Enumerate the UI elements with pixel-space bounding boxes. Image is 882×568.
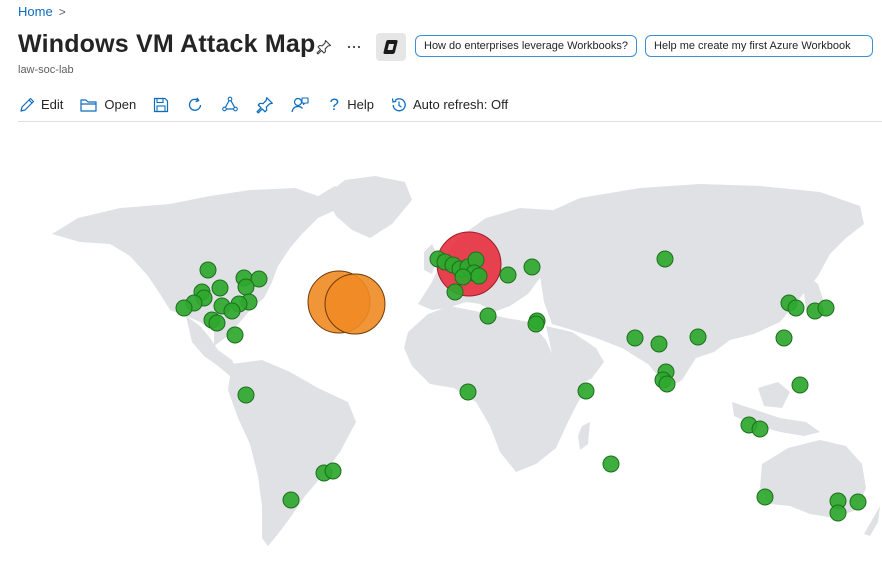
attack-marker-green[interactable] (237, 386, 255, 404)
attack-marker-green[interactable] (199, 261, 217, 279)
refresh-button[interactable] (186, 96, 204, 114)
attack-marker-green[interactable] (446, 283, 464, 301)
history-icon (391, 97, 406, 111)
auto-refresh-button[interactable]: Auto refresh: Off (390, 96, 508, 114)
edit-button[interactable]: Edit (18, 96, 63, 114)
page-subtitle: law-soc-lab (18, 64, 74, 76)
landmass-borneo (758, 382, 790, 408)
attack-marker-green[interactable] (791, 376, 809, 394)
attack-marker-green[interactable] (470, 267, 488, 285)
pin-icon (256, 96, 274, 113)
page-title: Windows VM Attack Map (18, 30, 316, 58)
prompt-chip-2[interactable]: Help me create my first Azure Workbook (645, 35, 874, 57)
attack-marker-green[interactable] (775, 329, 793, 347)
attack-marker-orange[interactable] (324, 273, 386, 335)
attack-marker-green[interactable] (527, 315, 545, 333)
attack-marker-green[interactable] (751, 420, 769, 438)
landmass-greenland (325, 176, 412, 238)
feedback-icon (291, 96, 309, 112)
attack-marker-green[interactable] (689, 328, 707, 346)
share-icon (222, 96, 239, 111)
open-button[interactable]: Open (79, 96, 136, 114)
prompt-suggestions: How do enterprises leverage Workbooks? H… (415, 35, 874, 57)
attack-marker-green[interactable] (479, 307, 497, 325)
command-bar: Edit Open ? Help Auto refresh: Off (18, 92, 882, 122)
refresh-icon (189, 96, 202, 111)
attack-marker-green[interactable] (282, 491, 300, 509)
title-actions (316, 33, 406, 61)
breadcrumb: Home > (18, 4, 66, 19)
attack-marker-green[interactable] (656, 250, 674, 268)
landmass-madagascar (578, 422, 590, 450)
attack-marker-green[interactable] (650, 335, 668, 353)
attack-marker-green[interactable] (626, 329, 644, 347)
attack-marker-green[interactable] (459, 383, 477, 401)
attack-marker-green[interactable] (324, 462, 342, 480)
chevron-right-icon: > (58, 4, 66, 19)
save-icon (154, 97, 169, 112)
pin-icon[interactable] (316, 39, 332, 55)
attack-marker-green[interactable] (817, 299, 835, 317)
help-icon: ? (329, 94, 339, 114)
attack-marker-green[interactable] (658, 375, 676, 393)
attack-map[interactable] (0, 126, 882, 568)
attack-marker-green[interactable] (849, 493, 867, 511)
world-land (52, 176, 880, 546)
attack-marker-green[interactable] (211, 279, 229, 297)
attack-marker-green[interactable] (499, 266, 517, 284)
more-icon[interactable] (346, 39, 362, 55)
landmass-new-zealand (864, 506, 880, 536)
feedback-button[interactable] (290, 96, 310, 114)
help-button[interactable]: ? Help (326, 94, 374, 115)
pin-button[interactable] (256, 96, 274, 114)
attack-marker-green[interactable] (226, 326, 244, 344)
edit-icon (20, 97, 35, 112)
share-button[interactable] (220, 96, 240, 114)
attack-marker-green[interactable] (787, 299, 805, 317)
attack-marker-green[interactable] (175, 299, 193, 317)
attack-marker-green[interactable] (602, 455, 620, 473)
save-button[interactable] (152, 96, 170, 114)
help-label: Help (347, 97, 374, 112)
attack-marker-green[interactable] (523, 258, 541, 276)
edit-label: Edit (41, 97, 64, 112)
attack-marker-green[interactable] (454, 268, 472, 286)
attack-marker-green[interactable] (756, 488, 774, 506)
landmass-australia (760, 440, 866, 518)
open-icon (80, 98, 98, 112)
prompt-chip-1[interactable]: How do enterprises leverage Workbooks? (415, 35, 638, 57)
attack-marker-green[interactable] (223, 302, 241, 320)
attack-marker-green[interactable] (208, 314, 226, 332)
breadcrumb-home-link[interactable]: Home (18, 4, 53, 19)
copilot-icon[interactable] (376, 33, 406, 61)
open-label: Open (104, 97, 137, 112)
attack-marker-green[interactable] (577, 382, 595, 400)
auto-refresh-label: Auto refresh: Off (412, 97, 509, 112)
attack-marker-green[interactable] (829, 504, 847, 522)
attack-marker-green[interactable] (237, 278, 255, 296)
